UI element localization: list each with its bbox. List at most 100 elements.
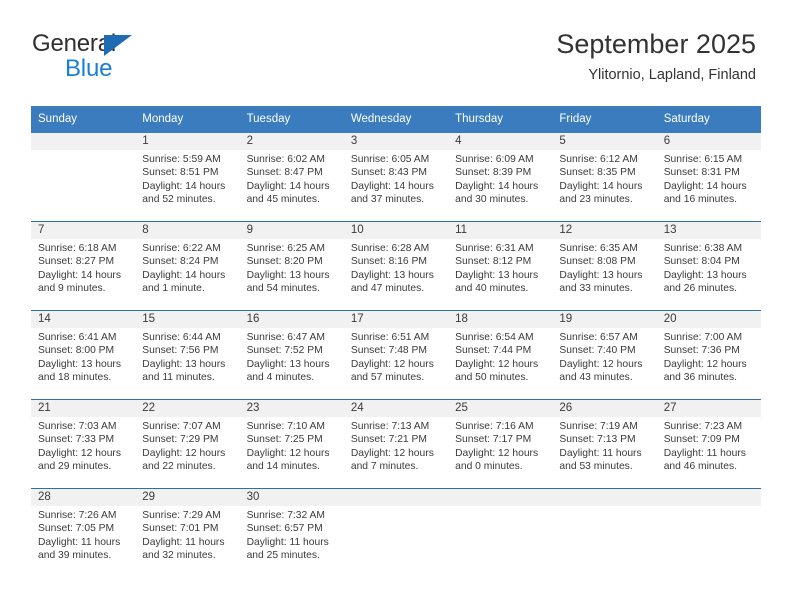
calendar-day-cell[interactable]: 21 Sunrise: 7:03 AM Sunset: 7:33 PM Dayligh…: [31, 399, 136, 489]
calendar-week-row: 7 Sunrise: 6:18 AM Sunset: 8:27 PM Daylight…: [31, 221, 761, 311]
day-number: 2: [239, 133, 344, 150]
calendar-day-cell[interactable]: 27 Sunrise: 7:23 AM Sunset: 7:09 PM Dayligh…: [656, 399, 761, 489]
day-daylight-1-text: Daylight: 11 hours: [142, 536, 225, 548]
calendar-day-cell[interactable]: 18 Sunrise: 6:54 AM Sunset: 7:44 PM Dayligh…: [448, 310, 553, 400]
calendar-day-cell[interactable]: [31, 133, 136, 222]
calendar-day-cell[interactable]: 4 Sunrise: 6:09 AM Sunset: 8:39 PM Daylight…: [448, 133, 553, 222]
calendar-day-cell[interactable]: 8 Sunrise: 6:22 AM Sunset: 8:24 PM Daylight…: [135, 221, 240, 311]
day-cell: 29 Sunrise: 7:29 AM Sunset: 7:01 PM Dayligh…: [135, 489, 240, 577]
calendar-day-cell[interactable]: 20 Sunrise: 7:00 AM Sunset: 7:36 PM Dayligh…: [656, 310, 761, 400]
day-daylight-2-text: and 54 minutes.: [246, 282, 320, 294]
calendar-day-cell[interactable]: 6 Sunrise: 6:15 AM Sunset: 8:31 PM Daylight…: [656, 133, 761, 222]
calendar-day-cell[interactable]: 3 Sunrise: 6:05 AM Sunset: 8:43 PM Daylight…: [343, 133, 449, 222]
day-sunrise-text: Sunrise: 6:12 AM: [559, 154, 638, 165]
calendar-day-cell[interactable]: 23 Sunrise: 7:10 AM Sunset: 7:25 PM Dayligh…: [239, 399, 344, 489]
calendar-day-cell[interactable]: 15 Sunrise: 6:44 AM Sunset: 7:56 PM Dayligh…: [135, 310, 240, 400]
empty-day-cell: [31, 133, 136, 221]
day-daylight-2-text: and 0 minutes.: [455, 460, 523, 472]
day-cell: 16 Sunrise: 6:47 AM Sunset: 7:52 PM Dayligh…: [239, 311, 344, 399]
day-sunset-text: Sunset: 7:56 PM: [142, 345, 219, 357]
day-details: Sunrise: 6:12 AM Sunset: 8:35 PM Daylight:…: [552, 150, 656, 206]
day-details: [657, 506, 761, 509]
calendar-day-cell[interactable]: 14 Sunrise: 6:41 AM Sunset: 8:00 PM Dayligh…: [31, 310, 136, 400]
day-details: Sunrise: 6:05 AM Sunset: 8:43 PM Daylight:…: [344, 150, 448, 206]
day-sunrise-text: Sunrise: 6:41 AM: [38, 332, 117, 343]
day-details: Sunrise: 7:07 AM Sunset: 7:29 PM Daylight:…: [135, 417, 239, 473]
day-daylight-1-text: Daylight: 14 hours: [559, 180, 643, 192]
calendar-day-cell[interactable]: 19 Sunrise: 6:57 AM Sunset: 7:40 PM Dayligh…: [552, 310, 657, 400]
day-daylight-1-text: Daylight: 11 hours: [38, 536, 121, 548]
day-sunset-text: Sunset: 7:48 PM: [350, 345, 427, 357]
day-daylight-1-text: Daylight: 12 hours: [350, 447, 434, 459]
day-cell: 2 Sunrise: 6:02 AM Sunset: 8:47 PM Daylight…: [239, 133, 344, 221]
calendar-day-cell[interactable]: 12 Sunrise: 6:35 AM Sunset: 8:08 PM Dayligh…: [552, 221, 657, 311]
day-sunset-text: Sunset: 8:20 PM: [246, 256, 323, 268]
day-number: 10: [343, 222, 449, 239]
day-sunset-text: Sunset: 6:57 PM: [246, 523, 323, 535]
calendar-day-cell[interactable]: 22 Sunrise: 7:07 AM Sunset: 7:29 PM Dayligh…: [135, 399, 240, 489]
day-cell: 13 Sunrise: 6:38 AM Sunset: 8:04 PM Dayligh…: [656, 222, 761, 310]
day-number: 4: [448, 133, 553, 150]
day-details: Sunrise: 7:10 AM Sunset: 7:25 PM Daylight:…: [240, 417, 344, 473]
day-details: Sunrise: 7:00 AM Sunset: 7:36 PM Daylight:…: [657, 328, 761, 384]
calendar-week-row: 1 Sunrise: 5:59 AM Sunset: 8:51 PM Daylight…: [31, 133, 761, 222]
day-cell: 6 Sunrise: 6:15 AM Sunset: 8:31 PM Daylight…: [656, 133, 761, 221]
day-sunrise-text: Sunrise: 6:09 AM: [455, 154, 534, 165]
day-number: 12: [552, 222, 657, 239]
calendar-day-cell[interactable]: [656, 488, 761, 577]
calendar-day-cell[interactable]: 7 Sunrise: 6:18 AM Sunset: 8:27 PM Daylight…: [31, 221, 136, 311]
day-sunrise-text: Sunrise: 6:22 AM: [142, 243, 221, 254]
day-cell: 15 Sunrise: 6:44 AM Sunset: 7:56 PM Dayligh…: [135, 311, 240, 399]
day-details: Sunrise: 7:29 AM Sunset: 7:01 PM Daylight:…: [135, 506, 239, 562]
day-details: Sunrise: 7:26 AM Sunset: 7:05 PM Daylight:…: [31, 506, 135, 562]
day-number: 21: [31, 400, 136, 417]
calendar-day-cell[interactable]: 16 Sunrise: 6:47 AM Sunset: 7:52 PM Dayligh…: [239, 310, 344, 400]
day-sunrise-text: Sunrise: 7:07 AM: [142, 421, 221, 432]
day-daylight-1-text: Daylight: 12 hours: [663, 358, 747, 370]
calendar-day-cell[interactable]: 2 Sunrise: 6:02 AM Sunset: 8:47 PM Daylight…: [239, 133, 344, 222]
day-number: [448, 489, 553, 506]
calendar-day-cell[interactable]: 11 Sunrise: 6:31 AM Sunset: 8:12 PM Dayligh…: [448, 221, 553, 311]
calendar-day-cell[interactable]: [343, 488, 449, 577]
day-daylight-2-text: and 32 minutes.: [142, 549, 216, 561]
day-number: 26: [552, 400, 657, 417]
day-cell: 8 Sunrise: 6:22 AM Sunset: 8:24 PM Daylight…: [135, 222, 240, 310]
day-daylight-1-text: Daylight: 14 hours: [350, 180, 434, 192]
day-details: [31, 150, 135, 153]
day-daylight-1-text: Daylight: 12 hours: [142, 447, 226, 459]
day-daylight-1-text: Daylight: 13 hours: [246, 269, 330, 281]
calendar-day-cell[interactable]: 26 Sunrise: 7:19 AM Sunset: 7:13 PM Dayligh…: [552, 399, 657, 489]
day-daylight-2-text: and 14 minutes.: [246, 460, 320, 472]
calendar-day-cell[interactable]: 17 Sunrise: 6:51 AM Sunset: 7:48 PM Dayligh…: [343, 310, 449, 400]
day-daylight-2-text: and 45 minutes.: [246, 193, 320, 205]
day-number: 6: [656, 133, 761, 150]
day-sunset-text: Sunset: 7:52 PM: [246, 345, 323, 357]
calendar-day-cell[interactable]: [552, 488, 657, 577]
calendar-day-cell[interactable]: 24 Sunrise: 7:13 AM Sunset: 7:21 PM Dayligh…: [343, 399, 449, 489]
calendar-day-cell[interactable]: 1 Sunrise: 5:59 AM Sunset: 8:51 PM Daylight…: [135, 133, 240, 222]
day-cell: 25 Sunrise: 7:16 AM Sunset: 7:17 PM Dayligh…: [448, 400, 553, 488]
calendar-day-cell[interactable]: 5 Sunrise: 6:12 AM Sunset: 8:35 PM Daylight…: [552, 133, 657, 222]
day-daylight-1-text: Daylight: 11 hours: [559, 447, 642, 459]
calendar-day-cell[interactable]: 10 Sunrise: 6:28 AM Sunset: 8:16 PM Dayligh…: [343, 221, 449, 311]
calendar-day-cell[interactable]: 25 Sunrise: 7:16 AM Sunset: 7:17 PM Dayligh…: [448, 399, 553, 489]
day-number: 3: [343, 133, 449, 150]
logo-text-blue: Blue: [65, 55, 113, 82]
day-sunset-text: Sunset: 7:09 PM: [663, 434, 740, 446]
day-sunset-text: Sunset: 7:05 PM: [38, 523, 115, 535]
calendar-day-cell[interactable]: 29 Sunrise: 7:29 AM Sunset: 7:01 PM Dayligh…: [135, 488, 240, 577]
day-sunset-text: Sunset: 7:17 PM: [455, 434, 532, 446]
calendar-day-cell[interactable]: 13 Sunrise: 6:38 AM Sunset: 8:04 PM Dayligh…: [656, 221, 761, 311]
calendar-day-cell[interactable]: 30 Sunrise: 7:32 AM Sunset: 6:57 PM Dayligh…: [239, 488, 344, 577]
day-cell: 28 Sunrise: 7:26 AM Sunset: 7:05 PM Dayligh…: [31, 489, 136, 577]
day-daylight-2-text: and 16 minutes.: [663, 193, 737, 205]
calendar-day-cell[interactable]: [448, 488, 553, 577]
generalblue-logo[interactable]: General Blue: [32, 31, 202, 87]
title-block: September 2025 Ylitornio, Lapland, Finla…: [556, 28, 756, 84]
day-cell: 3 Sunrise: 6:05 AM Sunset: 8:43 PM Daylight…: [343, 133, 449, 221]
day-daylight-2-text: and 40 minutes.: [455, 282, 529, 294]
day-sunset-text: Sunset: 8:00 PM: [38, 345, 115, 357]
calendar-day-cell[interactable]: 9 Sunrise: 6:25 AM Sunset: 8:20 PM Daylight…: [239, 221, 344, 311]
calendar-day-cell[interactable]: 28 Sunrise: 7:26 AM Sunset: 7:05 PM Dayligh…: [31, 488, 136, 577]
day-details: Sunrise: 7:32 AM Sunset: 6:57 PM Daylight:…: [240, 506, 344, 562]
